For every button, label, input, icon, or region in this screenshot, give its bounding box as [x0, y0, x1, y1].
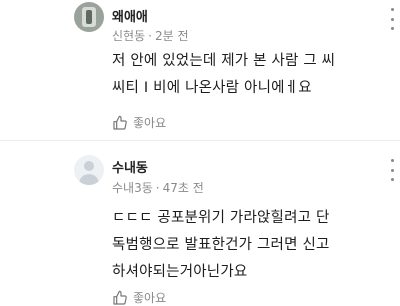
- thumbs-up-icon: [113, 115, 127, 130]
- comment-meta: 신현동 · 2분 전: [112, 27, 188, 44]
- comment-meta: 수내3동 · 47초 전: [112, 179, 204, 196]
- comment-text: 저 안에 있었는데 제가 본 사람 그 씨 씨티 I 비에 나온사람 아니에ㅔ요: [112, 53, 336, 96]
- comment-location: 수내3동: [112, 181, 153, 195]
- avatar[interactable]: [74, 155, 104, 185]
- comment-time: 2분 전: [154, 29, 189, 43]
- like-button[interactable]: 좋아요: [112, 289, 166, 306]
- comment-text: ㄷㄷㄷ 공포분위기 가라앉힐려고 단 독범행으로 발표한건가 그러면 신고 하셔…: [112, 210, 330, 280]
- comment-item: 왜애애 신현동 · 2분 전 저 안에 있었는데 제가 본 사람 그 씨 씨티 I …: [0, 0, 400, 140]
- comment-location: 신현동: [112, 29, 146, 43]
- comment-author[interactable]: 왜애애: [112, 6, 148, 25]
- more-options-icon[interactable]: [384, 8, 400, 30]
- thumbs-up-icon: [113, 290, 127, 305]
- comment-item: 수내동 수내3동 · 47초 전 ㄷㄷㄷ 공포분위기 가라앉힐려고 단 독범행으로 …: [0, 141, 400, 305]
- more-options-icon[interactable]: [384, 159, 400, 181]
- avatar[interactable]: [74, 2, 104, 32]
- meta-separator: ·: [148, 29, 152, 43]
- like-label: 좋아요: [133, 291, 167, 305]
- comment-time: 47초 전: [162, 181, 204, 195]
- like-label: 좋아요: [133, 116, 167, 130]
- like-button[interactable]: 좋아요: [112, 114, 166, 131]
- meta-separator: ·: [155, 181, 160, 195]
- comment-author[interactable]: 수내동: [112, 157, 148, 176]
